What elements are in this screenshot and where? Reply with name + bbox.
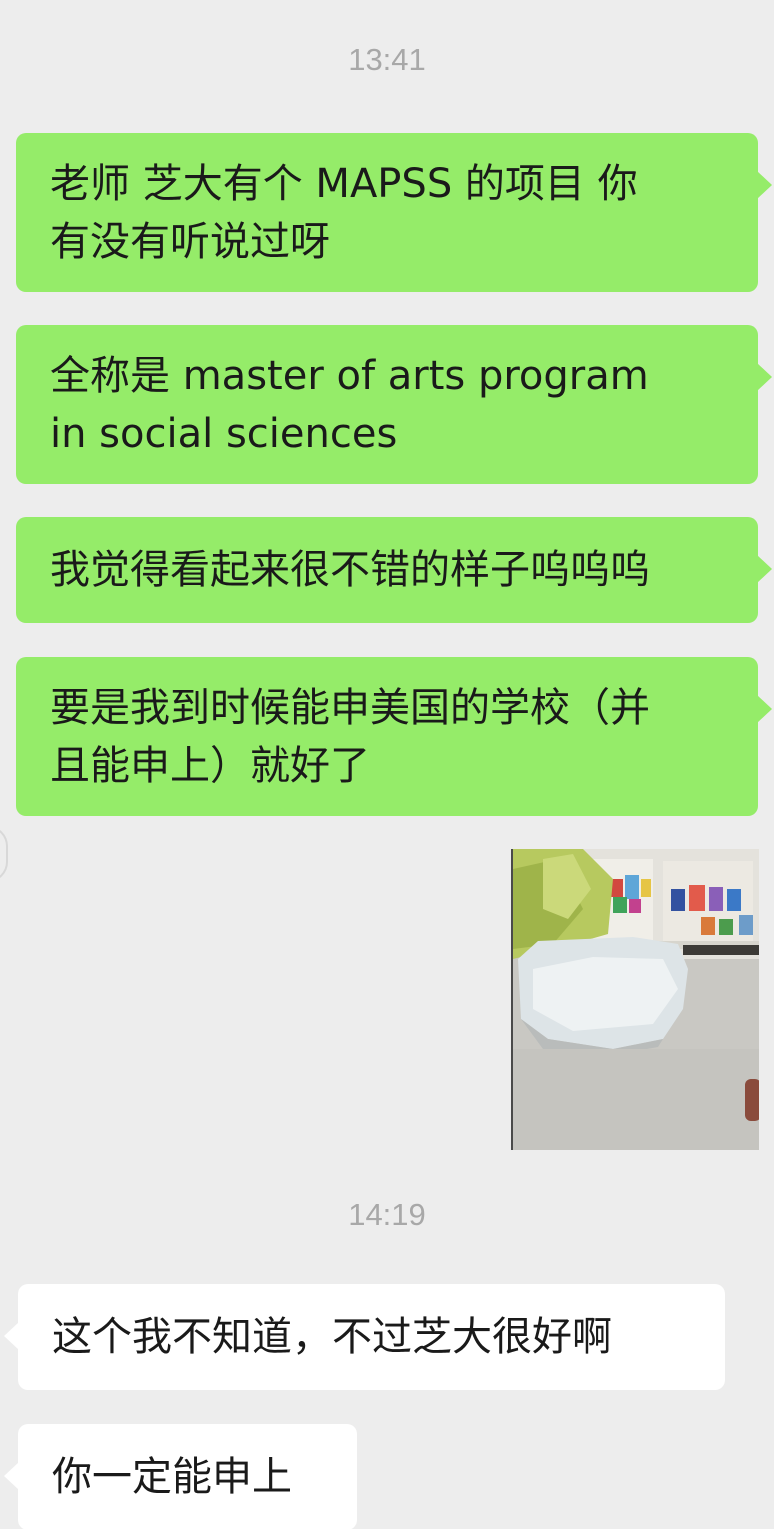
message-text: 要是我到时候能申美国的学校（并 且能申上）就好了	[50, 679, 650, 795]
message-outgoing-2[interactable]: 全称是 master of arts program in social sci…	[16, 325, 772, 484]
message-line: 这个我不知道，不过芝大很好啊	[52, 1314, 612, 1360]
message-line: 有没有听说过呀	[50, 218, 330, 265]
message-line: 要是我到时候能申美国的学校（并	[50, 684, 650, 731]
side-handle-icon[interactable]	[0, 826, 8, 882]
chat-area[interactable]: 13:41 老师 芝大有个 MAPSS 的项目 你 有没有听说过呀 全称是 ma…	[0, 0, 774, 1529]
message-text: 老师 芝大有个 MAPSS 的项目 你 有没有听说过呀	[50, 155, 638, 271]
message-line: in social sciences	[50, 410, 398, 457]
message-line: 我觉得看起来很不错的样子呜呜呜	[50, 547, 650, 593]
photo-thumbnail-icon	[513, 849, 759, 1150]
timestamp-2: 14:19	[348, 1197, 426, 1232]
message-incoming-1[interactable]: 这个我不知道，不过芝大很好啊	[4, 1284, 725, 1390]
message-line: 且能申上）就好了	[50, 742, 370, 789]
timestamp-1: 13:41	[348, 42, 426, 77]
message-line: 全称是 master of arts program	[50, 352, 649, 399]
message-line: 老师 芝大有个 MAPSS 的项目 你	[50, 160, 638, 207]
message-outgoing-1[interactable]: 老师 芝大有个 MAPSS 的项目 你 有没有听说过呀	[16, 133, 772, 292]
message-text: 全称是 master of arts program in social sci…	[50, 347, 649, 463]
message-text: 这个我不知道，不过芝大很好啊	[52, 1308, 612, 1366]
message-outgoing-4[interactable]: 要是我到时候能申美国的学校（并 且能申上）就好了	[16, 657, 772, 816]
message-text: 你一定能申上	[52, 1448, 292, 1506]
message-incoming-2[interactable]: 你一定能申上	[4, 1424, 357, 1529]
message-outgoing-3[interactable]: 我觉得看起来很不错的样子呜呜呜	[16, 517, 772, 623]
photo-message[interactable]	[511, 849, 759, 1150]
message-text: 我觉得看起来很不错的样子呜呜呜	[50, 541, 650, 599]
message-line: 你一定能申上	[52, 1454, 292, 1500]
